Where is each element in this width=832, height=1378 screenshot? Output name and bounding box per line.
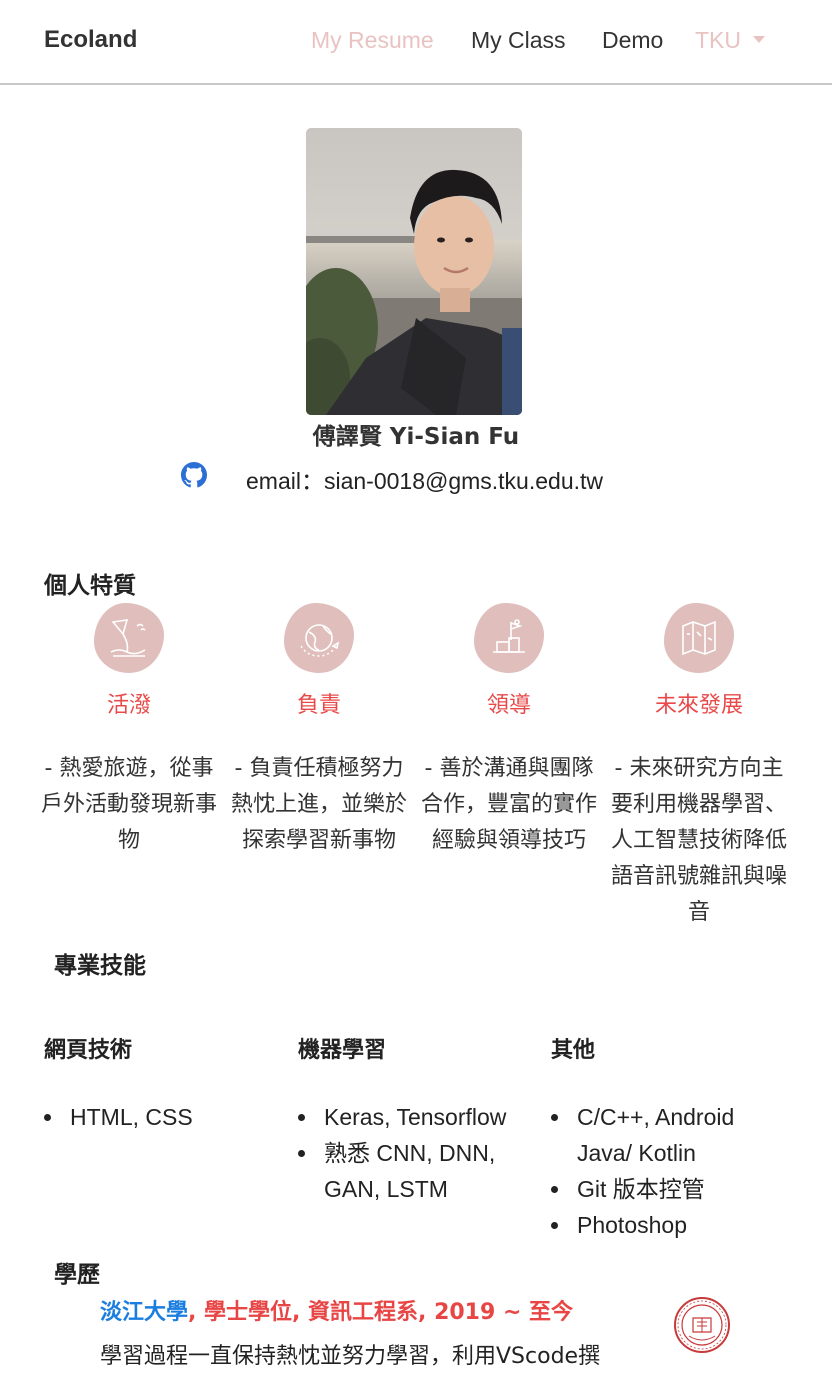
- github-icon[interactable]: [181, 462, 207, 488]
- profile-photo: [306, 128, 522, 415]
- list-item: Git 版本控管: [551, 1171, 781, 1207]
- trait-card: 活潑 - 熱愛旅遊，從事戶外活動發現新事物: [38, 603, 220, 859]
- nav-demo[interactable]: Demo: [602, 27, 663, 54]
- skill-column: 機器學習 Keras, Tensorflow 熟悉 CNN, DNN, GAN,…: [298, 1032, 530, 1207]
- skill-column: 其他 C/C++, Android Java/ Kotlin Git 版本控管 …: [551, 1032, 781, 1243]
- trait-title: 活潑: [106, 693, 151, 718]
- education-heading: 學歷: [54, 1262, 100, 1288]
- skills-heading: 專業技能: [54, 953, 146, 979]
- skill-heading: 其他: [551, 1038, 596, 1063]
- education-desc: 學習過程一直保持熱忱並努力學習，利用VScode撰: [100, 1344, 601, 1369]
- trait-title: 負責: [296, 693, 341, 718]
- list-item: HTML, CSS: [44, 1099, 274, 1135]
- kite-beach-icon: [94, 603, 164, 673]
- list-item: Photoshop: [551, 1207, 781, 1243]
- globe-plane-icon: [284, 603, 354, 673]
- list-item: Keras, Tensorflow: [298, 1099, 530, 1135]
- trait-card: 領導 - 善於溝通與團隊合作，豐富的實作經驗與領導技巧: [418, 603, 600, 859]
- chevron-down-icon: [753, 36, 765, 43]
- school-name: 淡江大學: [100, 1300, 189, 1325]
- trait-desc: - 善於溝通與團隊合作，豐富的實作經驗與領導技巧: [420, 756, 597, 853]
- skill-column: 網頁技術 HTML, CSS: [44, 1032, 274, 1135]
- nav-my-resume[interactable]: My Resume: [311, 27, 434, 54]
- summit-flag-icon: [474, 603, 544, 673]
- trait-card: 負責 - 負責任積極努力熱忱上進，並樂於探索學習新事物: [228, 603, 410, 859]
- trait-card: 未來發展 - 未來研究方向主要利用機器學習、人工智慧技術降低語音訊號雜訊與噪音: [608, 603, 790, 931]
- trait-title: 領導: [486, 693, 531, 718]
- profile-name: 傅譯賢 Yi-Sian Fu: [312, 424, 520, 450]
- traits-heading: 個人特質: [44, 573, 136, 599]
- university-seal-icon: [674, 1297, 730, 1353]
- nav-tku-dropdown[interactable]: TKU: [695, 27, 765, 54]
- email-text: email：sian-0018@gms.tku.edu.tw: [246, 468, 604, 494]
- trait-title: 未來發展: [654, 693, 743, 718]
- trait-desc: - 未來研究方向主要利用機器學習、人工智慧技術降低語音訊號雜訊與噪音: [610, 756, 787, 925]
- skill-heading: 機器學習: [298, 1038, 387, 1063]
- navbar: Ecoland My Resume My Class Demo TKU: [0, 0, 832, 85]
- list-item: C/C++, Android Java/ Kotlin: [551, 1099, 781, 1171]
- nav-tku-label: TKU: [695, 27, 741, 53]
- degree-detail: , 學士學位, 資訊工程系, 2019 ~ 至今: [188, 1300, 574, 1325]
- nav-my-class[interactable]: My Class: [471, 27, 566, 54]
- education-entry: 淡江大學, 學士學位, 資訊工程系, 2019 ~ 至今: [100, 1294, 573, 1326]
- trait-desc: - 熱愛旅遊，從事戶外活動發現新事物: [40, 756, 217, 853]
- skill-heading: 網頁技術: [44, 1038, 133, 1063]
- brand-logo[interactable]: Ecoland: [44, 26, 137, 54]
- list-item: 熟悉 CNN, DNN, GAN, LSTM: [298, 1135, 530, 1207]
- map-icon: [664, 603, 734, 673]
- trait-desc: - 負責任積極努力熱忱上進，並樂於探索學習新事物: [230, 756, 407, 853]
